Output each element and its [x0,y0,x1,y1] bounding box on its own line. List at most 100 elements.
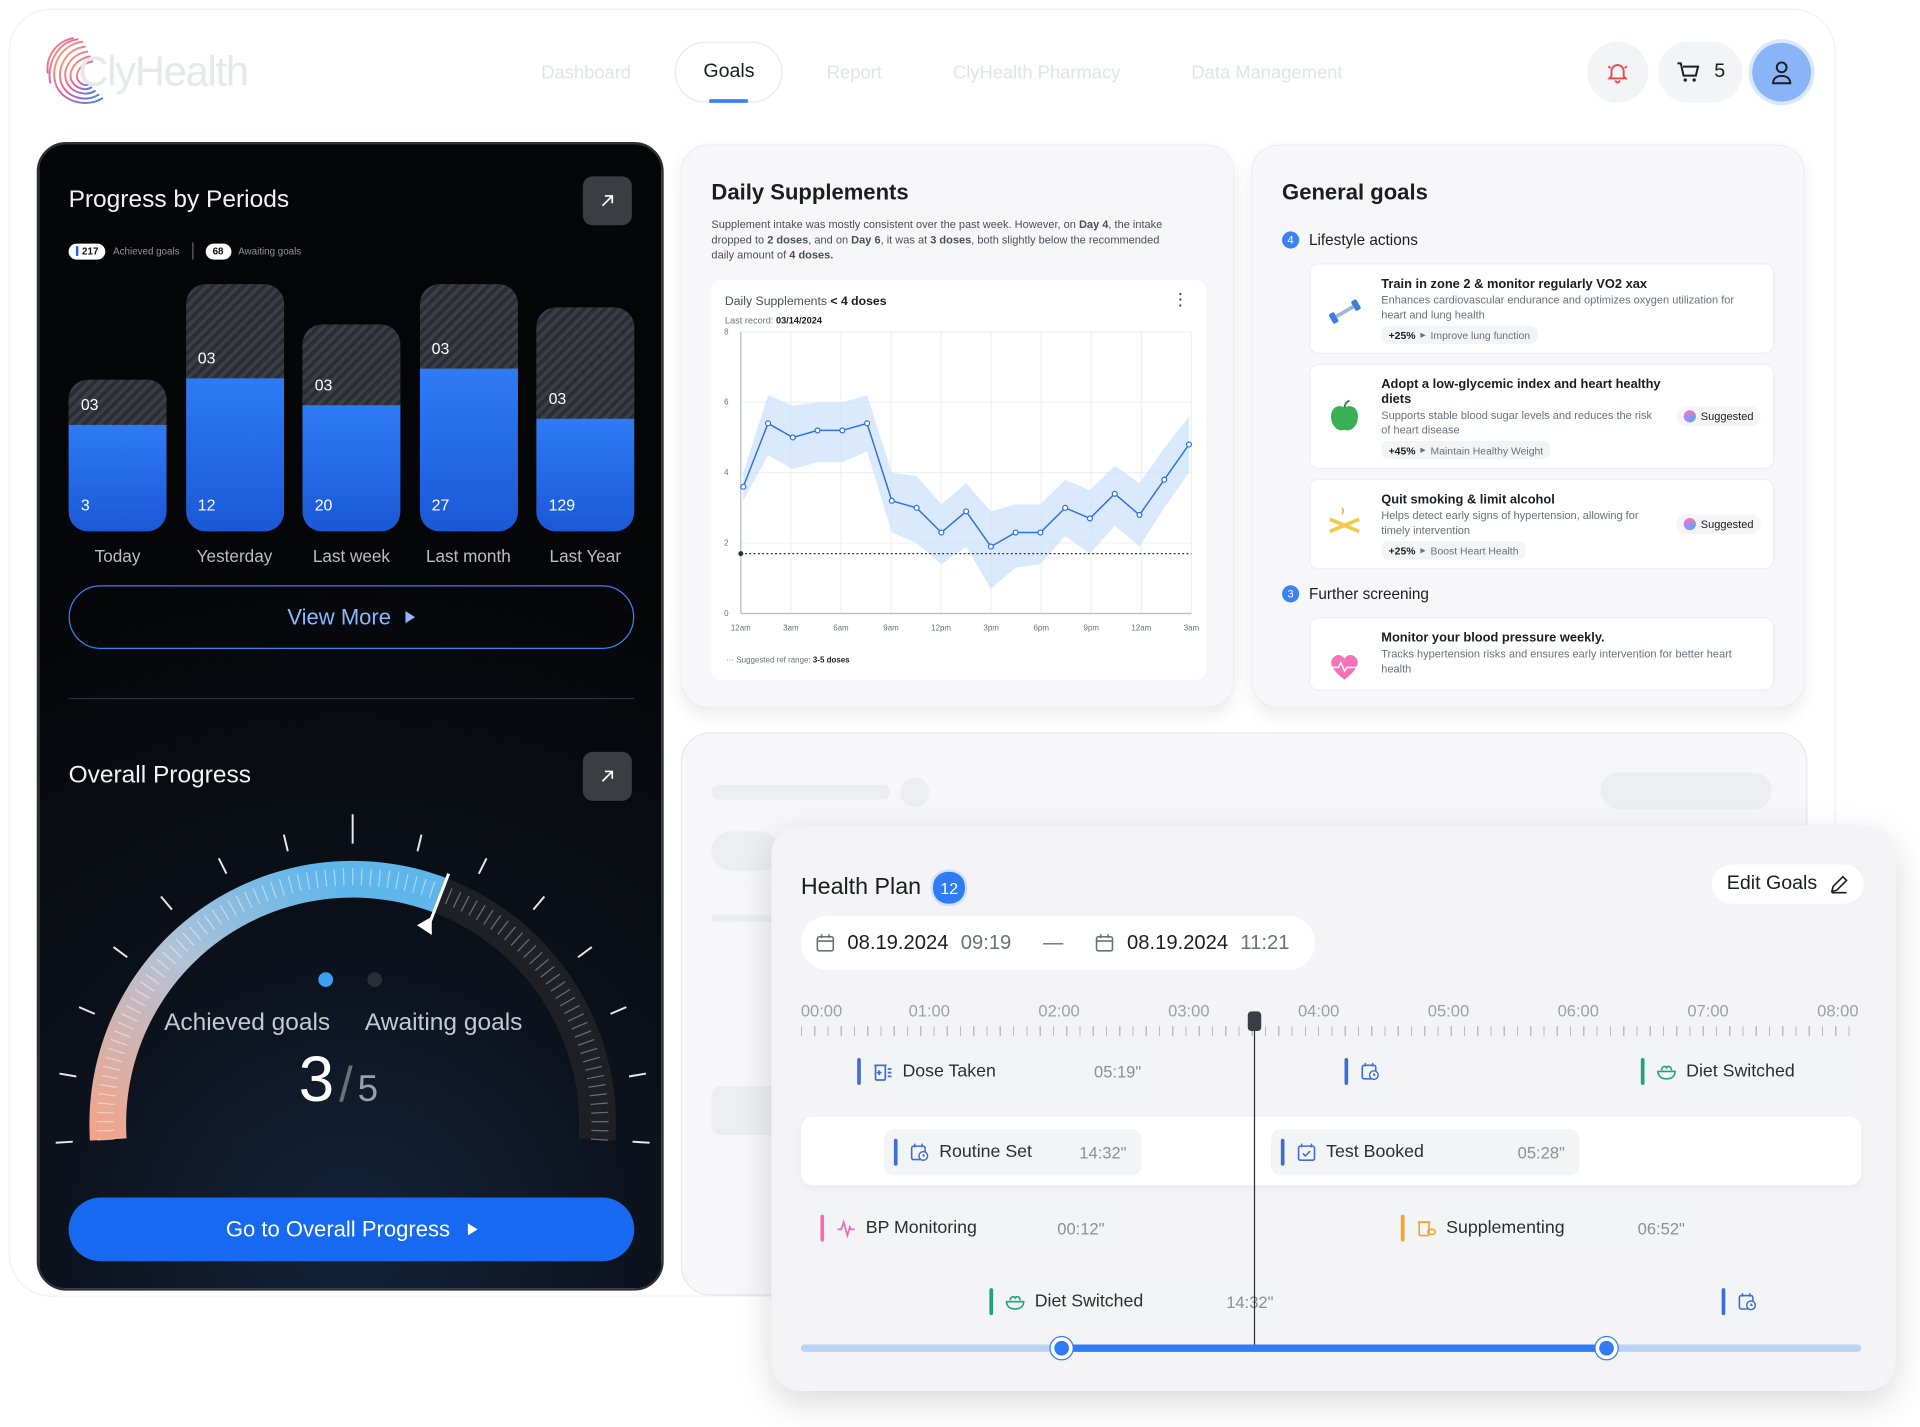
app-logo[interactable]: ClyHealth [46,34,249,110]
gauge-inner-tick [342,868,345,886]
chart-x-tick: 6pm [1034,624,1050,633]
progress-by-periods-title: Progress by Periods [68,186,290,214]
gauge-value: 3/5 [298,1044,379,1116]
event-test-booked[interactable]: Test Booked 05:28" [1271,1128,1580,1176]
chart-point [963,508,970,515]
nav-dashboard[interactable]: Dashboard [514,42,658,103]
bar-period-label: Last month [425,546,511,566]
goal-tags: +25% ▸ Improve lung function [1381,325,1538,345]
chart-point [764,420,772,427]
goal-item[interactable]: Quit smoking & limit alcohol Helps detec… [1308,478,1775,570]
nav-goals[interactable]: Goals [675,41,783,103]
gauge-inner-tick [591,1111,609,1114]
chart-point [888,497,895,504]
nav-pharmacy[interactable]: ClyHealth Pharmacy [926,42,1147,103]
start-date[interactable]: 08.19.2024 [847,931,948,954]
achieved-value: 3 [298,1044,335,1116]
period-bar[interactable]: 03 27 [419,284,518,532]
period-bar[interactable]: 03 129 [536,307,635,532]
chart-x-tick: 6am [833,624,849,633]
stage: ClyHealth Dashboard Goals Report ClyHeal… [0,0,1920,1422]
calendar-clock-icon [910,1143,929,1161]
suggested-badge: Suggested [1676,406,1761,427]
view-more-button[interactable]: View More [68,585,635,649]
event-collapsed[interactable] [1711,1278,1771,1325]
chart-point [839,427,846,434]
event-diet-switched[interactable]: Diet Switched 14:32" [979,1278,1289,1325]
edit-goals-button[interactable]: Edit Goals [1712,864,1864,904]
gauge-outer-tick [577,946,593,959]
goal-item[interactable]: Monitor your blood pressure weekly. Trac… [1308,617,1775,691]
pill-icon [1417,1221,1436,1237]
periods-legend: 217 Achieved goals 68 Awaiting goals [68,242,302,260]
period-bar[interactable]: 03 20 [302,324,401,532]
arrow-up-right-icon [601,195,614,207]
scale-label: 00:00 [800,1001,843,1021]
start-time[interactable]: 09:19 [961,931,1012,954]
gauge-outer-tick [112,946,128,959]
cart-icon [1677,62,1700,82]
bar-achieved-value: 129 [548,495,576,515]
awaiting-pill: 68 [205,243,231,259]
event-supplementing[interactable]: Supplementing 06:52" [1391,1204,1700,1252]
achieved-legend-label: Achieved goals [113,245,180,257]
range-slider[interactable] [800,1337,1862,1360]
gauge-needle-tip [417,916,432,936]
event-collapsed[interactable] [1334,1048,1394,1095]
pager-dot[interactable] [367,972,383,987]
event-label: Supplementing [1446,1218,1565,1238]
chart-point [987,543,994,550]
go-overall-label: Go to Overall Progress [225,1216,451,1242]
period-bar[interactable]: 03 12 [185,284,284,532]
event-routine-set[interactable]: Routine Set 14:32" [884,1128,1142,1176]
chart-x-tick: 9pm [1084,624,1100,633]
top-nav: Dashboard Goals Report ClyHealth Pharmac… [514,41,1369,103]
nav-data-management[interactable]: Data Management [1164,42,1369,103]
progress-card: Progress by Periods 217 Achieved goals 6… [36,142,664,1291]
event-dose-taken[interactable]: Dose Taken 05:19" [847,1048,1156,1095]
supplements-title: Daily Supplements [711,180,909,205]
goal-title: Monitor your blood pressure weekly. [1381,630,1605,646]
chart-point [789,434,796,441]
card-divider [68,697,635,700]
event-diet-switched[interactable]: Diet Switched [1631,1048,1864,1095]
event-label: Routine Set [939,1142,1032,1163]
go-overall-progress-button[interactable]: Go to Overall Progress [68,1197,635,1262]
cart-button[interactable]: 5 [1657,41,1743,103]
range-start-handle[interactable] [1050,1337,1073,1360]
event-bp-monitoring[interactable]: BP Monitoring 00:12" [810,1204,1120,1252]
chart-point [913,504,920,511]
general-goals-title: General goals [1282,180,1428,205]
scale-label: 05:00 [1427,1001,1470,1021]
notifications-button[interactable] [1586,41,1649,103]
event-duration: 05:28" [1517,1143,1565,1162]
event-duration: 06:52" [1637,1218,1685,1238]
expand-periods-button[interactable] [582,176,632,226]
gauge-outer-tick [59,1072,77,1078]
health-plan-card: Health Plan 12 Edit Goals 08.19.2024 09:19… [771,825,1896,1392]
gauge-achieved-label: Achieved goals [164,1008,331,1036]
goal-item[interactable]: Train in zone 2 & monitor regularly VO2 … [1308,263,1775,354]
chart-y-tick: 6 [724,398,729,407]
sparkle-icon [1683,410,1696,423]
range-end-handle[interactable] [1595,1337,1618,1360]
goal-description: Enhances cardiovascular endurance and op… [1381,293,1735,321]
event-label: BP Monitoring [865,1218,977,1238]
user-avatar[interactable] [1752,42,1811,102]
expand-overall-button[interactable] [582,751,632,801]
pager-dot-active[interactable] [318,972,334,987]
date-range-picker[interactable]: 08.19.2024 09:19 — 08.19.2024 11:21 [800,915,1316,970]
timeline-cursor-handle[interactable] [1247,1011,1262,1032]
goal-item[interactable]: Adopt a low-glycemic index and heart hea… [1308,363,1775,469]
user-icon [1771,61,1792,85]
chart-point [814,427,821,434]
goal-title: Adopt a low-glycemic index and heart hea… [1381,377,1661,407]
pencil-icon [1830,875,1848,894]
chart-point [1136,511,1143,518]
chart-more-icon[interactable]: ⋮ [1172,290,1189,307]
nav-report[interactable]: Report [800,42,909,103]
gauge-outer-tick [416,834,423,852]
period-bar[interactable]: 03 3 [68,379,167,532]
end-date[interactable]: 08.19.2024 [1127,931,1228,954]
end-time[interactable]: 11:21 [1240,931,1289,954]
